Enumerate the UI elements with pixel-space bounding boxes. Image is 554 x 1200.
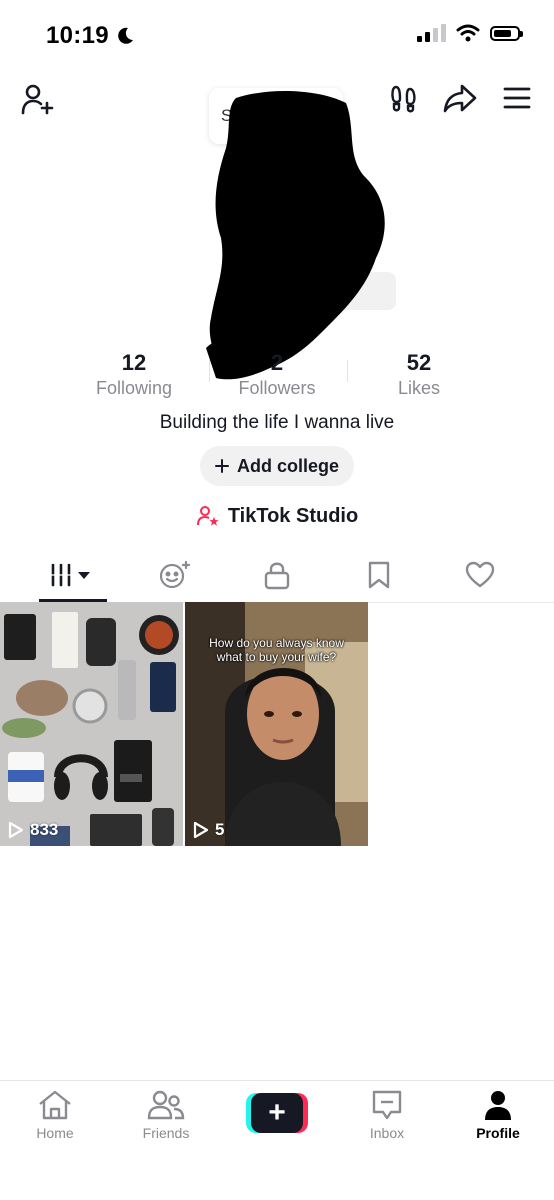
likes-count: 52 <box>406 350 432 375</box>
tab-favorites[interactable] <box>350 548 408 602</box>
video-thumbnail[interactable]: How do you always know what to buy your … <box>185 602 368 846</box>
bookmark-icon <box>368 561 390 589</box>
following-count: 12 <box>121 350 147 375</box>
status-time-text: 10:19 <box>46 22 109 49</box>
face-sparkle-icon <box>159 560 191 589</box>
heart-icon <box>465 561 495 588</box>
likes-stat[interactable]: 52 Likes <box>354 350 484 400</box>
nav-home[interactable]: Home <box>5 1089 105 1141</box>
add-friend-button[interactable] <box>18 80 56 118</box>
nav-profile-label: Profile <box>476 1125 520 1141</box>
menu-button[interactable] <box>499 82 535 114</box>
tab-private[interactable] <box>248 548 306 602</box>
video-caption: How do you always know what to buy your … <box>209 636 344 664</box>
share-icon <box>443 84 477 113</box>
inbox-icon <box>372 1090 402 1120</box>
nav-friends-label: Friends <box>142 1125 190 1141</box>
nav-inbox-label: Inbox <box>369 1125 405 1141</box>
profile-icon <box>485 1091 511 1120</box>
status-indicators <box>417 24 523 42</box>
play-icon <box>8 821 24 839</box>
stat-divider <box>209 360 210 382</box>
studio-user-star-icon <box>196 506 219 526</box>
friends-icon <box>147 1090 185 1120</box>
add-user-icon <box>21 84 54 115</box>
plus-icon: + <box>251 1093 303 1133</box>
view-count-text: 833 <box>30 820 59 839</box>
nav-friends[interactable]: Friends <box>116 1089 216 1141</box>
likes-label: Likes <box>397 378 441 398</box>
followers-stat[interactable]: 2 Followers <box>212 350 342 400</box>
cellular-signal-icon <box>417 24 446 42</box>
tab-videos[interactable] <box>39 548 107 602</box>
redaction-mark <box>206 91 385 380</box>
video-grid-icon <box>50 563 90 587</box>
view-count-text: 5 <box>215 820 225 839</box>
following-stat[interactable]: 12 Following <box>69 350 199 400</box>
wifi-icon <box>456 24 480 42</box>
hamburger-menu-icon <box>503 87 531 109</box>
video-thumbnail[interactable]: 833 <box>0 602 183 846</box>
tab-liked[interactable] <box>450 548 510 602</box>
view-count: 5 <box>193 820 224 840</box>
stat-divider <box>347 360 348 382</box>
profile-views-button[interactable] <box>386 80 422 116</box>
tab-reposts[interactable] <box>145 548 205 602</box>
home-icon <box>39 1090 71 1120</box>
nav-home-label: Home <box>36 1125 74 1141</box>
followers-label: Followers <box>238 378 316 398</box>
battery-icon <box>490 25 523 41</box>
add-college-label: Add college <box>236 455 339 476</box>
view-count: 833 <box>8 820 58 840</box>
create-video-button[interactable]: + <box>246 1093 308 1133</box>
nav-profile[interactable]: Profile <box>448 1089 548 1141</box>
following-label: Following <box>95 378 173 398</box>
add-college-button[interactable]: Add college <box>200 446 354 486</box>
content-tabs <box>0 548 554 603</box>
moon-icon <box>118 27 133 44</box>
tiktok-studio-link[interactable]: TikTok Studio <box>0 504 554 528</box>
play-icon <box>193 821 209 839</box>
nav-inbox[interactable]: Inbox <box>337 1089 437 1141</box>
followers-count: 2 <box>270 350 284 375</box>
profile-bio: Building the life I wanna live <box>159 412 395 433</box>
lock-icon <box>264 562 290 590</box>
tiktok-studio-label: TikTok Studio <box>227 504 359 527</box>
bottom-navigation: Home Friends + Inbox Profile <box>0 1080 554 1200</box>
share-profile-button[interactable] <box>441 80 479 116</box>
footprints-icon <box>391 85 416 113</box>
status-time: 10:19 <box>46 22 135 50</box>
plus-icon <box>214 459 229 473</box>
products-collage-image <box>0 602 183 846</box>
